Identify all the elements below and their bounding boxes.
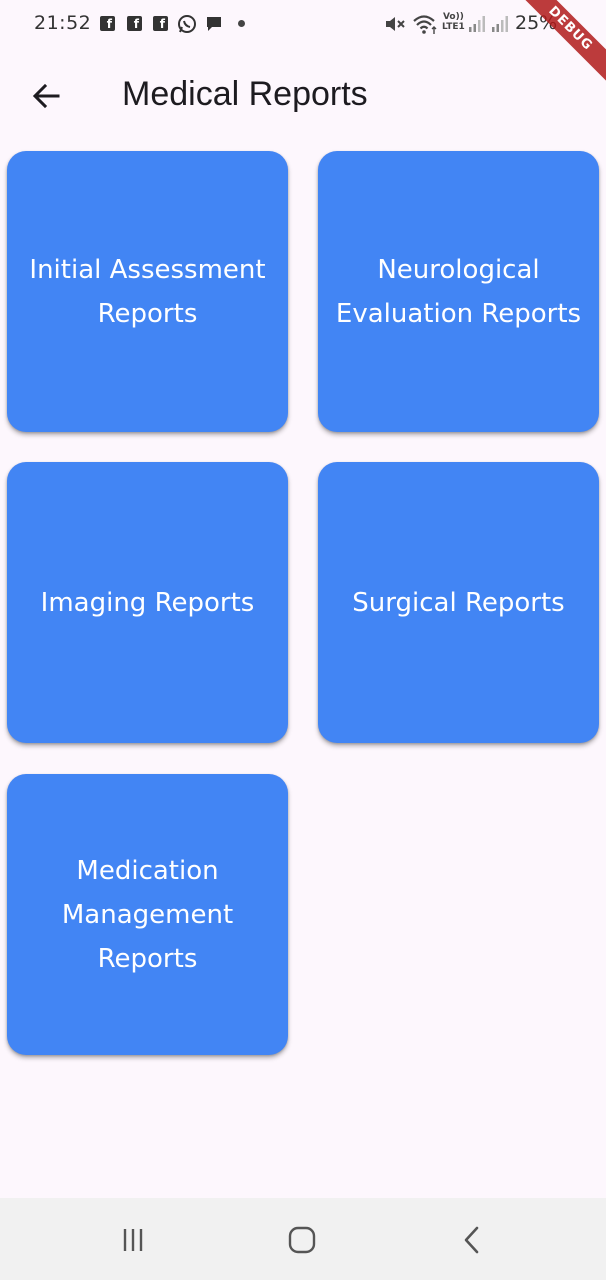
facebook-icon: f bbox=[100, 16, 115, 31]
card-label: Medication Management Reports bbox=[61, 855, 234, 974]
card-label: Initial Assessment Reports bbox=[29, 254, 266, 329]
initial-assessment-reports-card[interactable]: Initial Assessment Reports bbox=[7, 151, 288, 432]
card-label: Neurological Evaluation Reports bbox=[335, 254, 582, 329]
back-button[interactable] bbox=[20, 70, 72, 122]
card-label: Surgical Reports bbox=[352, 587, 565, 618]
recents-button[interactable] bbox=[111, 1218, 155, 1262]
status-time: 21:52 bbox=[34, 12, 92, 34]
volte-line2: LTE1 bbox=[442, 22, 465, 32]
wifi-icon bbox=[413, 15, 437, 34]
surgical-reports-card[interactable]: Surgical Reports bbox=[318, 462, 599, 743]
nav-back-button[interactable] bbox=[450, 1218, 494, 1262]
facebook-icon: f bbox=[127, 16, 142, 31]
arrow-back-icon bbox=[32, 83, 60, 109]
status-bar: 21:52 f f f Vo)) LTE1 25% DEBUG bbox=[0, 0, 606, 94]
message-icon bbox=[207, 17, 221, 31]
volte-line1: Vo)) bbox=[442, 12, 464, 22]
recents-icon bbox=[123, 1229, 143, 1251]
home-button[interactable] bbox=[280, 1218, 324, 1262]
system-nav-bar bbox=[0, 1198, 606, 1280]
card-label: Imaging Reports bbox=[40, 587, 255, 618]
signal-icon bbox=[492, 16, 508, 32]
back-chevron-icon bbox=[464, 1226, 479, 1254]
whatsapp-icon bbox=[178, 15, 196, 33]
page-title: Medical Reports bbox=[122, 75, 368, 113]
mute-icon bbox=[386, 17, 405, 31]
neurological-evaluation-reports-card[interactable]: Neurological Evaluation Reports bbox=[318, 151, 599, 432]
volte-icon: Vo)) LTE1 bbox=[442, 12, 465, 32]
more-dot-icon bbox=[238, 20, 245, 27]
imaging-reports-card[interactable]: Imaging Reports bbox=[7, 462, 288, 743]
signal-icon bbox=[469, 16, 485, 32]
home-icon bbox=[288, 1226, 316, 1254]
app-bar: Medical Reports bbox=[0, 56, 606, 136]
facebook-icon: f bbox=[153, 16, 168, 31]
medication-management-reports-card[interactable]: Medication Management Reports bbox=[7, 774, 288, 1055]
